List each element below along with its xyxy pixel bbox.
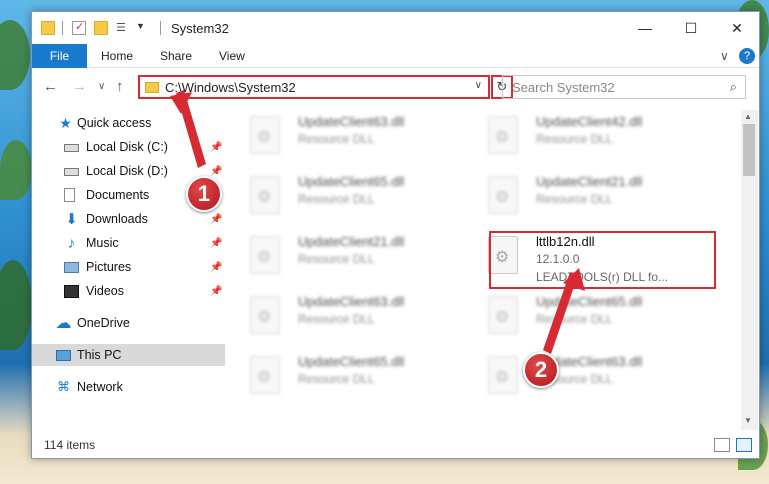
scrollbar-thumb[interactable] [743, 124, 755, 176]
file-item[interactable]: UpdateClient63.dll Resource DLL [226, 110, 448, 166]
music-icon: ♪ [67, 234, 76, 252]
dll-file-icon [488, 116, 518, 154]
file-item[interactable]: UpdateClient63.dll Resource DLL [226, 290, 448, 346]
dll-file-icon [250, 176, 280, 214]
tab-file[interactable]: File [32, 44, 87, 68]
ribbon-collapse-icon[interactable]: ∨ [720, 49, 729, 63]
dll-file-icon [488, 296, 518, 334]
sidebar-item-local-disk-c[interactable]: Local Disk (C:) 📌 [32, 136, 225, 158]
sidebar-item-this-pc[interactable]: This PC [32, 344, 225, 366]
help-icon[interactable]: ? [739, 48, 755, 64]
search-icon: ⌕ [729, 79, 737, 94]
large-icons-view-icon[interactable] [736, 438, 752, 452]
back-button[interactable]: ← [43, 78, 58, 95]
sidebar-item-downloads[interactable]: ⬇ Downloads 📌 [32, 208, 225, 230]
maximize-button[interactable]: ☐ [668, 12, 714, 44]
dll-file-icon [250, 116, 280, 154]
address-path[interactable]: C:\Windows\System32 [165, 80, 296, 95]
properties-icon[interactable]: ✓ [72, 21, 86, 35]
search-input[interactable]: Search System32 ⌕ [502, 75, 746, 99]
divider [62, 21, 63, 35]
star-icon: ★ [59, 114, 72, 131]
dll-file-icon [488, 356, 518, 394]
folder-icon [41, 21, 55, 35]
sidebar-item-onedrive[interactable]: ☁ OneDrive [32, 312, 225, 334]
file-explorer-window: ✓ ☰ ▼ System32 — ☐ ✕ File Home Share Vie… [31, 11, 760, 459]
new-folder-icon[interactable] [94, 21, 108, 35]
drive-icon [64, 144, 79, 152]
pin-icon[interactable]: 📌 [210, 166, 222, 177]
video-icon [64, 284, 79, 298]
background-foliage [0, 140, 32, 200]
tab-home[interactable]: Home [101, 44, 133, 68]
step-badge-1: 1 [186, 176, 222, 212]
title-bar: ✓ ☰ ▼ System32 — ☐ ✕ [32, 12, 759, 44]
cloud-icon: ☁ [55, 315, 72, 332]
sidebar-item-pictures[interactable]: Pictures 📌 [32, 256, 225, 278]
minimize-button[interactable]: — [622, 12, 668, 44]
recent-locations-button[interactable]: ∨ [98, 81, 105, 92]
tab-share[interactable]: Share [160, 44, 192, 68]
sidebar-item-network[interactable]: ⌘ Network [32, 376, 225, 398]
pin-icon[interactable]: 📌 [210, 214, 222, 225]
scroll-down-icon[interactable]: ▼ [744, 416, 752, 425]
navigation-bar: ← → ∨ ↑ C:\Windows\System32 ∨ ↻ Search S… [32, 72, 759, 104]
item-count: 114 items [44, 438, 96, 452]
details-view-icon[interactable] [714, 438, 730, 452]
sidebar-item-videos[interactable]: Videos 📌 [32, 280, 225, 302]
vertical-scrollbar[interactable]: ▲ ▼ [741, 110, 758, 430]
drive-icon [64, 168, 79, 176]
chevron-down-icon[interactable]: ∨ [475, 80, 482, 91]
dll-file-icon [250, 356, 280, 394]
close-button[interactable]: ✕ [714, 12, 760, 44]
tab-view[interactable]: View [219, 44, 245, 68]
file-item[interactable]: UpdateClient65.dll Resource DLL [226, 350, 448, 406]
dll-file-icon [250, 296, 280, 334]
status-bar: 114 items [32, 432, 759, 458]
background-foliage [0, 260, 32, 350]
ribbon: File Home Share View ∨ ? [32, 44, 759, 68]
file-item[interactable]: UpdateClient63.dll Resource DLL [464, 350, 686, 406]
address-bar[interactable]: C:\Windows\System32 ∨ [138, 75, 490, 99]
pc-icon [56, 349, 71, 361]
file-highlight-box [489, 231, 716, 289]
forward-button[interactable]: → [72, 78, 87, 95]
sidebar-item-quick-access[interactable]: ★ Quick access [32, 112, 225, 134]
up-button[interactable]: ↑ [116, 78, 124, 95]
dll-file-icon [488, 176, 518, 214]
pin-icon[interactable]: 📌 [210, 286, 222, 297]
pin-icon[interactable]: 📌 [210, 238, 222, 249]
file-item[interactable]: UpdateClient21.dll Resource DLL [226, 230, 448, 286]
pin-icon[interactable]: 📌 [210, 262, 222, 273]
pictures-icon [64, 261, 79, 273]
background-foliage [0, 20, 30, 90]
search-placeholder: Search System32 [512, 79, 615, 95]
download-icon: ⬇ [65, 211, 78, 228]
network-icon: ⌘ [57, 379, 70, 394]
sidebar-item-music[interactable]: ♪ Music 📌 [32, 232, 225, 254]
divider [160, 21, 161, 35]
file-item[interactable]: UpdateClient21.dll Resource DLL [464, 170, 686, 226]
window-title: System32 [171, 21, 229, 36]
pin-icon[interactable]: 📌 [210, 142, 222, 153]
folder-icon [145, 81, 159, 93]
chevron-down-icon[interactable]: ▼ [136, 21, 150, 35]
file-item[interactable]: UpdateClient65.dll Resource DLL [226, 170, 448, 226]
dll-file-icon [250, 236, 280, 274]
scroll-up-icon[interactable]: ▲ [744, 112, 752, 121]
document-icon [64, 188, 75, 202]
file-item[interactable]: UpdateClient42.dll Resource DLL [464, 110, 686, 166]
navigation-pane: ★ Quick access Local Disk (C:) 📌 Local D… [32, 110, 225, 430]
customize-quick-access-icon[interactable]: ☰ [116, 21, 130, 35]
step-badge-2: 2 [523, 352, 559, 388]
file-item[interactable]: UpdateClient65.dll Resource DLL [464, 290, 686, 346]
